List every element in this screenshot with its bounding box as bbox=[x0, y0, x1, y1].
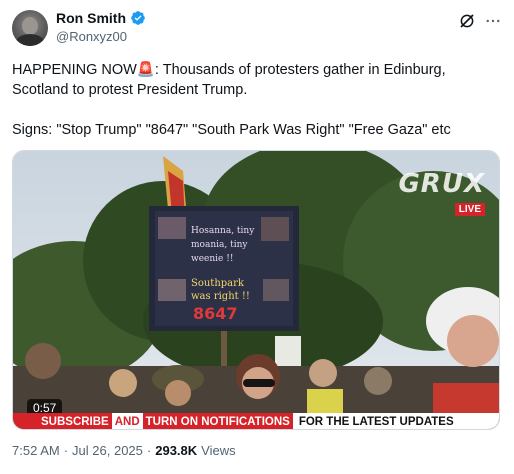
author-handle[interactable]: @Ronxyz00 bbox=[56, 29, 127, 44]
svg-text:moania, tiny: moania, tiny bbox=[191, 240, 248, 250]
meta-separator: · bbox=[146, 443, 152, 458]
tweet-time[interactable]: 7:52 AM bbox=[12, 443, 60, 458]
author-name-row: Ron Smith bbox=[56, 10, 146, 26]
svg-text:Hosanna, tiny: Hosanna, tiny bbox=[191, 226, 255, 236]
views-label: Views bbox=[201, 443, 236, 458]
grok-icon[interactable] bbox=[458, 12, 476, 30]
banner-latest-updates: FOR THE LATEST UPDATES bbox=[292, 413, 499, 429]
tweet-text-line2: Signs: "Stop Trump" "8647" "South Park W… bbox=[12, 122, 451, 138]
svg-text:8647: 8647 bbox=[193, 304, 238, 323]
more-options-icon[interactable] bbox=[484, 12, 502, 30]
banner-and: AND bbox=[111, 413, 143, 429]
svg-text:was right !!: was right !! bbox=[191, 291, 250, 302]
tweet-text: HAPPENING NOW🚨: Thousands of protesters … bbox=[12, 60, 502, 140]
video-player[interactable]: Hosanna, tiny moania, tiny weenie !! Sou… bbox=[12, 150, 500, 430]
meta-separator: · bbox=[63, 443, 69, 458]
banner-subscribe: SUBSCRIBE bbox=[13, 413, 112, 429]
live-badge: LIVE bbox=[454, 203, 485, 216]
tweet-date[interactable]: Jul 26, 2025 bbox=[72, 443, 143, 458]
author-avatar[interactable] bbox=[12, 10, 48, 46]
svg-text:Southpark: Southpark bbox=[191, 278, 245, 289]
subscribe-banner: SUBSCRIBE AND TURN ON NOTIFICATIONS FOR … bbox=[13, 413, 499, 429]
views-count[interactable]: 293.8K bbox=[155, 443, 197, 458]
avatar-face bbox=[22, 17, 38, 35]
tweet-text-line1: HAPPENING NOW🚨: Thousands of protesters … bbox=[12, 62, 446, 98]
channel-logo: GRUX LIVE bbox=[398, 169, 485, 217]
svg-text:weenie !!: weenie !! bbox=[191, 254, 233, 264]
tweet-meta: 7:52 AM · Jul 26, 2025 · 293.8K Views bbox=[12, 443, 236, 458]
verified-badge-icon bbox=[131, 11, 145, 25]
channel-brand: GRUX bbox=[398, 169, 485, 199]
avatar-shoulders bbox=[15, 34, 45, 46]
banner-notifications: TURN ON NOTIFICATIONS bbox=[142, 413, 293, 429]
author-display-name[interactable]: Ron Smith bbox=[56, 10, 126, 26]
